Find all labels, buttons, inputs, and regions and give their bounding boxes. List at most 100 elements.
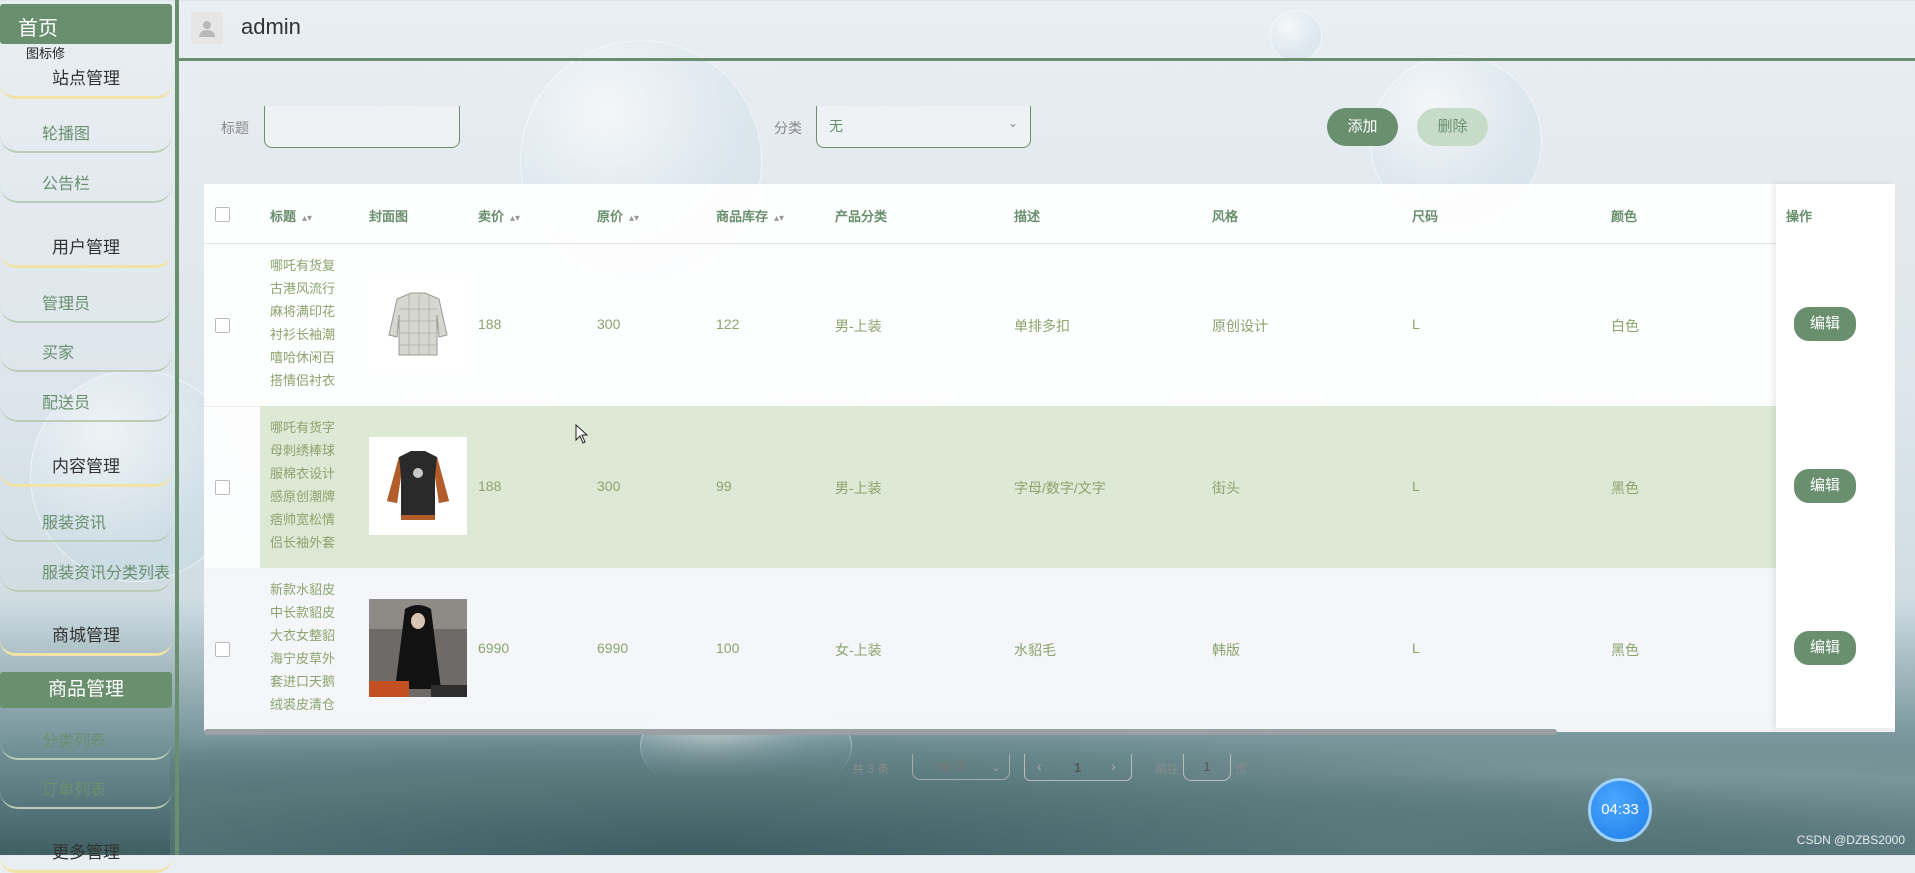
- category-filter-label: 分类: [774, 120, 802, 136]
- cover-image: [369, 437, 467, 535]
- cell-title: 新款水貂皮中长款貂皮大衣女整貂海宁皮草外套进口天鹅绒裘皮清仓: [270, 582, 336, 712]
- cell-price: 188: [478, 316, 502, 332]
- sidebar: 首页 图标修 站点管理 轮播图 公告栏 用户管理 管理员 买家 配送员 内容管理…: [0, 0, 179, 873]
- page-navigator: ‹ 1 ›: [1024, 754, 1132, 781]
- cell-category: 男-上装: [835, 318, 882, 334]
- cell-original-price: 300: [597, 478, 621, 494]
- table-row: 哪吒有货复古港风流行麻将满印花衬衫长袖潮嘻哈休闲百搭情侣衬衣 188 300 1…: [204, 244, 1895, 407]
- cell-color: 黑色: [1611, 642, 1639, 658]
- edit-button[interactable]: 编辑: [1792, 467, 1858, 505]
- th-color: 颜色: [1611, 209, 1638, 224]
- th-description: 描述: [1014, 209, 1041, 224]
- cell-size: L: [1412, 316, 1420, 332]
- cell-title: 哪吒有货字母刺绣棒球服棉衣设计感原创潮牌痞帅宽松情侣长袖外套: [270, 420, 336, 550]
- menu-group-content[interactable]: 内容管理: [0, 450, 172, 487]
- home-label: 首页: [18, 18, 58, 40]
- sort-icon: ▴▾: [510, 213, 521, 224]
- table-header: 标题 ▴▾ 封面图 卖价 ▴▾ 原价 ▴▾ 商品库存 ▴▾ 产品分类 描述 风格 尺码 …: [204, 184, 1895, 244]
- prev-page-icon[interactable]: ‹: [1037, 758, 1042, 774]
- sidebar-item-notice[interactable]: 公告栏: [0, 167, 172, 203]
- menu-group-mall[interactable]: 商城管理: [0, 619, 172, 656]
- sidebar-item-courier[interactable]: 配送员: [0, 386, 172, 422]
- cell-original-price: 300: [597, 316, 621, 332]
- sidebar-item-category-list[interactable]: 分类列表: [0, 724, 172, 760]
- home-link[interactable]: 首页: [0, 4, 172, 44]
- title-filter-input[interactable]: [264, 106, 460, 148]
- cover-image: [369, 599, 467, 697]
- menu-group-goods[interactable]: 商品管理: [0, 672, 172, 708]
- menu-group-users[interactable]: 用户管理: [0, 231, 172, 268]
- edit-button[interactable]: 编辑: [1792, 305, 1858, 343]
- cell-description: 字母/数字/文字: [1014, 480, 1106, 496]
- cell-size: L: [1412, 478, 1420, 494]
- page-size-value: 7条/页: [933, 760, 968, 774]
- cell-price: 188: [478, 478, 502, 494]
- sort-icon: ▴▾: [774, 213, 785, 224]
- page-size-select[interactable]: 7条/页 ⌄: [912, 754, 1010, 780]
- cover-image: [369, 275, 467, 373]
- edit-button[interactable]: 编辑: [1792, 629, 1858, 667]
- th-price[interactable]: 卖价 ▴▾: [478, 206, 520, 225]
- goto-label: 前往: [1155, 762, 1180, 776]
- cell-stock: 122: [716, 316, 740, 332]
- th-style: 风格: [1212, 209, 1239, 224]
- sort-icon: ▴▾: [629, 213, 640, 224]
- title-filter-label: 标题: [221, 120, 249, 136]
- sidebar-item-order-list[interactable]: 订单列表: [0, 773, 172, 809]
- page-unit-label: 页: [1235, 762, 1248, 776]
- current-page[interactable]: 1: [1074, 760, 1081, 775]
- category-select[interactable]: 无 ⌄: [816, 106, 1031, 148]
- cell-stock: 100: [716, 640, 740, 656]
- cell-price: 6990: [478, 640, 510, 656]
- cell-category: 女-上装: [835, 642, 882, 658]
- th-title[interactable]: 标题 ▴▾: [270, 206, 312, 225]
- chevron-down-icon: ⌄: [990, 760, 1001, 774]
- sidebar-item-admin[interactable]: 管理员: [0, 287, 172, 323]
- logo-text: 图标修: [26, 46, 66, 61]
- row-checkbox[interactable]: [215, 642, 230, 657]
- sidebar-item-news[interactable]: 服装资讯: [0, 506, 172, 542]
- cell-size: L: [1412, 640, 1420, 656]
- menu-group-site[interactable]: 站点管理: [0, 62, 172, 99]
- watermark: CSDN @DZBS2000: [1796, 833, 1905, 847]
- horizontal-scrollbar[interactable]: [204, 729, 1557, 735]
- delete-button[interactable]: 删除: [1417, 108, 1488, 146]
- mouse-cursor-icon: [575, 424, 589, 444]
- top-header: admin: [179, 0, 1915, 61]
- cell-category: 男-上装: [835, 480, 882, 496]
- th-stock[interactable]: 商品库存 ▴▾: [716, 206, 784, 225]
- table-row: 哪吒有货字母刺绣棒球服棉衣设计感原创潮牌痞帅宽松情侣长袖外套 188 300 9…: [204, 406, 1895, 569]
- cell-style: 原创设计: [1212, 318, 1268, 334]
- goods-table: 标题 ▴▾ 封面图 卖价 ▴▾ 原价 ▴▾ 商品库存 ▴▾ 产品分类 描述 风格 尺码 …: [204, 184, 1895, 735]
- th-actions: 操作: [1786, 209, 1813, 224]
- row-checkbox[interactable]: [215, 318, 230, 333]
- sidebar-item-buyer[interactable]: 买家: [0, 336, 172, 372]
- th-category: 产品分类: [835, 209, 888, 224]
- timer-badge: 04:33: [1588, 778, 1652, 842]
- cell-original-price: 6990: [597, 640, 629, 656]
- pagination-total: 共 3 条: [852, 762, 890, 776]
- th-cover: 封面图: [369, 209, 409, 224]
- th-original-price[interactable]: 原价 ▴▾: [597, 206, 639, 225]
- select-all-checkbox[interactable]: [215, 207, 230, 222]
- cell-style: 街头: [1212, 480, 1240, 496]
- sidebar-item-news-category[interactable]: 服装资讯分类列表: [0, 556, 172, 592]
- next-page-icon[interactable]: ›: [1111, 758, 1116, 774]
- cell-color: 黑色: [1611, 480, 1639, 496]
- cell-stock: 99: [716, 478, 732, 494]
- username: admin: [241, 14, 301, 39]
- chevron-down-icon: ⌄: [1007, 116, 1018, 130]
- category-select-value: 无: [829, 118, 843, 134]
- sidebar-item-carousel[interactable]: 轮播图: [0, 117, 172, 153]
- sort-icon: ▴▾: [302, 213, 313, 224]
- actions-column: 操作 编辑 编辑 编辑: [1776, 184, 1895, 728]
- table-row: 新款水貂皮中长款貂皮大衣女整貂海宁皮草外套进口天鹅绒裘皮清仓 6990 6990…: [204, 568, 1895, 731]
- cell-style: 韩版: [1212, 642, 1240, 658]
- th-size: 尺码: [1412, 209, 1439, 224]
- decor-clouds: [170, 725, 1915, 855]
- goto-page-input[interactable]: 1: [1183, 754, 1231, 781]
- add-button[interactable]: 添加: [1327, 108, 1398, 146]
- row-checkbox[interactable]: [215, 480, 230, 495]
- cell-description: 单排多扣: [1014, 318, 1070, 334]
- user-avatar-icon[interactable]: [191, 12, 223, 44]
